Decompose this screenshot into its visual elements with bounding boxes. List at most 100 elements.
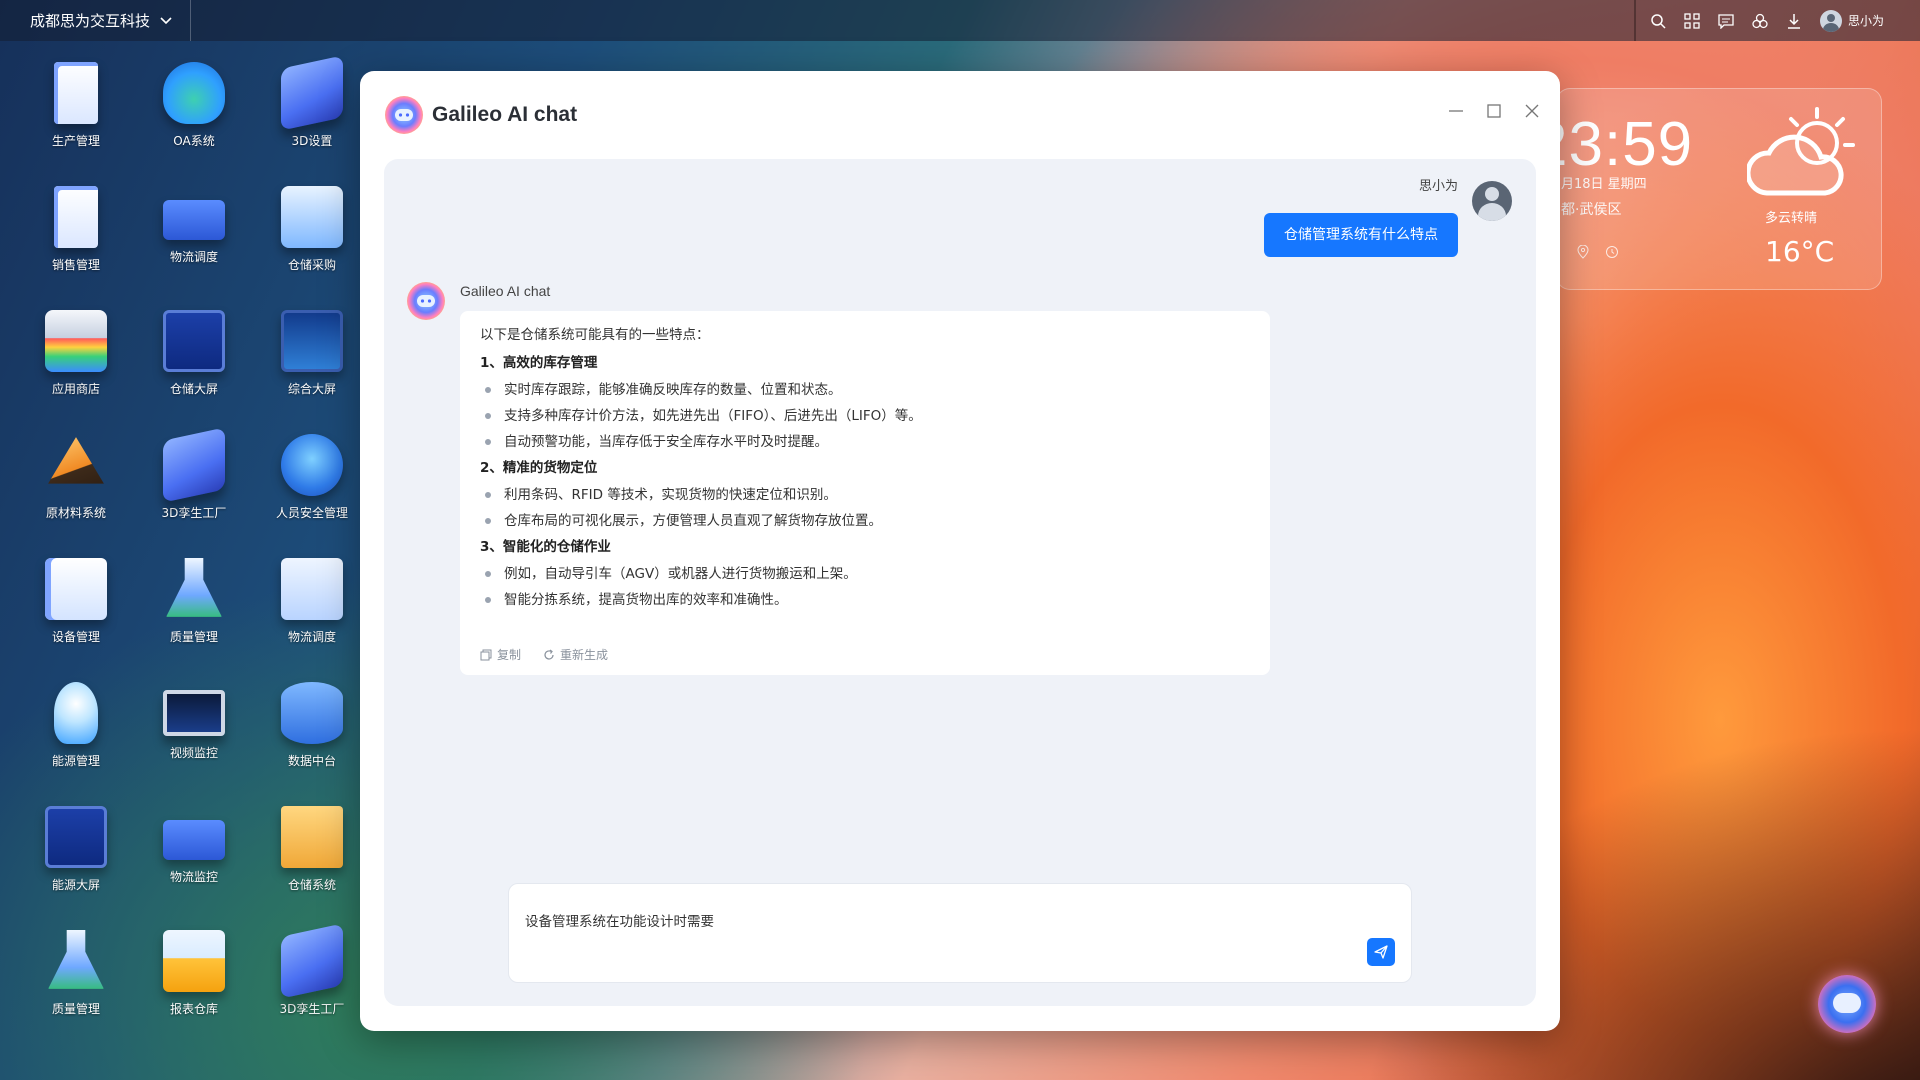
list-item: 实时库存跟踪，能够准确反映库存的数量、位置和状态。	[480, 380, 1250, 400]
weather-widget: 23:59 月18日 星期四 都·武侯区 多云转晴 16°C	[1556, 88, 1882, 290]
app-oa[interactable]: OA系统	[136, 62, 252, 186]
app-device-management[interactable]: 设备管理	[18, 558, 134, 682]
3d-factory-icon	[163, 427, 225, 503]
app-report-warehouse[interactable]: 报表仓库	[136, 930, 252, 1054]
app-logistics-dispatch-2[interactable]: 物流调度	[254, 558, 370, 682]
app-energy-screen[interactable]: 能源大屏	[18, 806, 134, 930]
app-label: 3D孪生工厂	[279, 1002, 345, 1016]
screen-icon	[45, 806, 107, 868]
copy-button[interactable]: 复制	[480, 646, 521, 663]
app-label: 设备管理	[51, 630, 100, 644]
3d-factory-icon	[281, 923, 343, 999]
refresh-icon	[544, 649, 554, 660]
download-icon[interactable]	[1786, 13, 1802, 29]
top-bar: 成都思为交互科技 思小为	[0, 0, 1920, 41]
top-user-menu[interactable]: 思小为	[1819, 9, 1884, 32]
ai-section-title: 1、高效的库存管理	[480, 355, 598, 371]
app-label: 原材料系统	[45, 506, 106, 520]
floating-assistant-button[interactable]	[1818, 975, 1876, 1033]
app-warehouse-purchase[interactable]: 仓储采购	[254, 186, 370, 310]
bulb-icon	[54, 682, 98, 744]
app-quality-2[interactable]: 质量管理	[18, 930, 134, 1054]
app-production[interactable]: 生产管理	[18, 62, 134, 186]
app-video-monitor[interactable]: 视频监控	[136, 682, 252, 806]
chat-input-box	[508, 883, 1412, 983]
app-label: 销售管理	[51, 258, 100, 272]
app-3d-factory-2[interactable]: 3D孪生工厂	[254, 923, 370, 1054]
org-selector[interactable]: 成都思为交互科技	[0, 0, 192, 41]
app-label: 物流监控	[169, 870, 218, 884]
avatar	[1819, 9, 1842, 32]
app-warehouse-screen[interactable]: 仓储大屏	[136, 310, 252, 434]
truck-icon	[163, 820, 225, 860]
app-overview-screen[interactable]: 综合大屏	[254, 310, 370, 434]
app-label: 视频监控	[169, 746, 218, 760]
truck-icon	[163, 200, 225, 240]
app-logistics-monitor[interactable]: 物流监控	[136, 806, 252, 930]
user-name: 思小为	[1418, 179, 1458, 194]
monitor-icon	[163, 690, 225, 736]
oa-cloud-icon	[163, 62, 225, 124]
app-3d-factory[interactable]: 3D孪生工厂	[136, 427, 252, 558]
app-label: 能源大屏	[51, 878, 100, 892]
user-avatar	[1472, 181, 1512, 221]
app-store[interactable]: 应用商店	[18, 310, 134, 434]
app-label: 质量管理	[51, 1002, 100, 1016]
clock-time: 23:59	[1557, 110, 1694, 179]
cart-icon	[281, 186, 343, 248]
ai-section-title: 3、智能化的仓储作业	[480, 539, 611, 555]
list-item: 自动预警功能，当库存低于安全库存水平时及时提醒。	[480, 432, 1250, 452]
app-label: 3D孪生工厂	[161, 506, 227, 520]
app-logistics-dispatch[interactable]: 物流调度	[136, 186, 252, 310]
list-item: 仓库布局的可视化展示，方便管理人员直观了解货物存放位置。	[480, 511, 1250, 531]
app-personnel-safety[interactable]: 人员安全管理	[254, 434, 370, 558]
regenerate-button[interactable]: 重新生成	[543, 646, 608, 663]
search-icon[interactable]	[1650, 13, 1666, 29]
message-icon[interactable]	[1718, 13, 1734, 29]
store-icon	[45, 310, 107, 372]
ai-bullet-list: 例如，自动导引车（AGV）或机器人进行货物搬运和上架。 智能分拣系统，提高货物出…	[480, 564, 1250, 610]
flask-icon	[48, 930, 104, 989]
folder-icon	[163, 930, 225, 992]
ai-name: Galileo AI chat	[460, 283, 551, 299]
app-label: 数据中台	[287, 754, 336, 768]
ai-section-title: 2、精准的货物定位	[480, 460, 598, 476]
regenerate-label: 重新生成	[560, 648, 609, 662]
weather-condition: 多云转晴	[1765, 211, 1818, 226]
app-quality[interactable]: 质量管理	[136, 558, 252, 682]
chat-body[interactable]: 思小为 仓储管理系统有什么特点 Galileo AI chat 以下是仓储系统可…	[384, 159, 1536, 1006]
ai-message-actions: 复制 重新生成	[480, 646, 608, 663]
ai-bullet-list: 实时库存跟踪，能够准确反映库存的数量、位置和状态。 支持多种库存计价方法，如先进…	[480, 380, 1250, 452]
galileo-logo-icon	[385, 96, 423, 134]
flask-icon	[166, 558, 222, 617]
minimize-icon[interactable]	[1448, 103, 1464, 119]
app-3d-settings[interactable]: 3D设置	[254, 55, 370, 186]
maximize-icon[interactable]	[1486, 103, 1502, 119]
window-controls	[1448, 103, 1540, 119]
window-title: Galileo AI chat	[432, 103, 578, 126]
app-label: 应用商店	[51, 382, 100, 396]
app-label: 综合大屏	[287, 382, 336, 396]
app-raw-material[interactable]: 原材料系统	[18, 434, 134, 558]
screen-icon	[281, 310, 343, 372]
app-sales[interactable]: 销售管理	[18, 186, 134, 310]
app-data-center[interactable]: 数据中台	[254, 682, 370, 806]
ai-bullet-list: 利用条码、RFID 等技术，实现货物的快速定位和识别。 仓库布局的可视化展示，方…	[480, 485, 1250, 531]
app-label: 报表仓库	[169, 1002, 218, 1016]
send-button[interactable]	[1367, 938, 1395, 966]
chat-input[interactable]	[525, 900, 1385, 940]
app-warehouse-system[interactable]: 仓储系统	[254, 806, 370, 930]
production-icon	[54, 62, 98, 124]
ai-message-bubble: 以下是仓储系统可能具有的一些特点： 1、高效的库存管理 实时库存跟踪，能够准确反…	[460, 311, 1270, 675]
apps-icon[interactable]	[1684, 12, 1700, 29]
app-energy[interactable]: 能源管理	[18, 682, 134, 806]
window-header[interactable]: Galileo AI chat	[360, 71, 1560, 159]
close-icon[interactable]	[1524, 103, 1540, 119]
list-item: 例如，自动导引车（AGV）或机器人进行货物搬运和上架。	[480, 564, 1250, 584]
app-label: 仓储大屏	[169, 382, 218, 396]
ai-intro-text: 以下是仓储系统可能具有的一些特点：	[480, 327, 710, 343]
clock-date: 月18日 星期四	[1561, 177, 1647, 192]
list-item: 利用条码、RFID 等技术，实现货物的快速定位和识别。	[480, 485, 1250, 505]
send-icon	[1374, 945, 1388, 959]
share-icon[interactable]	[1752, 13, 1768, 29]
